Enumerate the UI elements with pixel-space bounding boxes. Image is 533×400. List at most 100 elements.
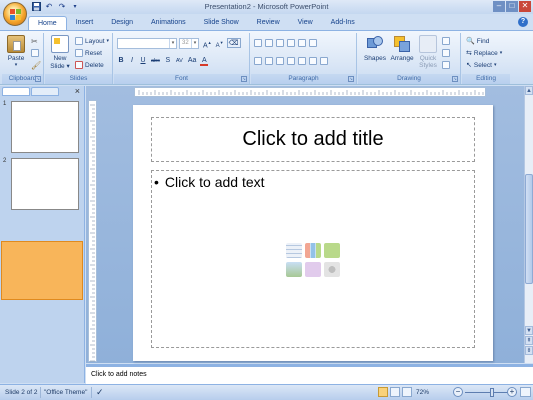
shape-effects-button[interactable] [442, 60, 450, 70]
slide-thumbnail-1[interactable] [11, 101, 79, 153]
columns-icon[interactable] [298, 57, 306, 65]
tab-animations[interactable]: Animations [142, 16, 195, 30]
slide-number: 2 [3, 158, 7, 164]
change-case-button[interactable]: Aa [187, 56, 198, 66]
content-placeholder[interactable]: • Click to add text [151, 170, 475, 348]
paragraph-launcher-icon[interactable]: ↘ [348, 76, 354, 82]
font-size-combo[interactable]: 32 ▾ [179, 38, 199, 49]
tab-slide-show[interactable]: Slide Show [195, 16, 248, 30]
next-slide-icon[interactable]: ⇟ [525, 346, 533, 355]
bullets-icon[interactable] [254, 39, 262, 47]
select-label: Select [473, 61, 492, 69]
format-painter-button[interactable]: 🖌 [31, 60, 41, 70]
strikethrough-button[interactable]: abc [150, 56, 161, 66]
text-shadow-button[interactable]: S [164, 56, 172, 66]
maximize-button[interactable]: □ [506, 1, 518, 12]
insert-picture-icon[interactable] [286, 262, 302, 277]
shapes-button[interactable]: Shapes [362, 35, 388, 62]
insert-clip-art-icon[interactable] [305, 262, 321, 277]
normal-view-icon[interactable] [378, 387, 388, 397]
fit-slide-to-window-icon[interactable] [520, 387, 531, 397]
align-center-icon[interactable] [265, 57, 273, 65]
find-button[interactable]: 🔍 Find [466, 36, 489, 46]
tab-design[interactable]: Design [102, 16, 142, 30]
justify-icon[interactable] [287, 57, 295, 65]
bold-button[interactable]: B [117, 56, 125, 66]
decrease-indent-icon[interactable] [276, 39, 284, 47]
close-button[interactable]: ✕ [519, 1, 531, 12]
replace-button[interactable]: ⇆ Replace ▾ [466, 48, 502, 58]
select-button[interactable]: ↖ Select ▾ [466, 60, 496, 70]
vertical-scrollbar[interactable]: ▲ ▼ ⇞ ⇟ [524, 86, 533, 363]
notes-pane[interactable]: Click to add notes [86, 364, 533, 384]
reset-button[interactable]: Reset [75, 48, 102, 58]
clipboard-group: Paste ▾ ✂ 🖌 Clipboard ↘ [2, 33, 44, 84]
drawing-launcher-icon[interactable]: ↘ [452, 76, 458, 82]
insert-table-icon[interactable] [286, 243, 302, 258]
paste-button[interactable]: Paste ▾ [4, 35, 28, 68]
previous-slide-icon[interactable]: ⇞ [525, 336, 533, 345]
delete-button[interactable]: Delete [75, 60, 104, 70]
zoom-out-icon[interactable]: − [453, 387, 463, 397]
effects-icon [442, 61, 450, 69]
align-left-icon[interactable] [254, 57, 262, 65]
spelling-check-icon[interactable]: ✓ [96, 387, 104, 398]
slide-number: 1 [3, 101, 7, 107]
italic-button[interactable]: I [128, 56, 136, 66]
tab-add-ins[interactable]: Add-Ins [322, 16, 364, 30]
scroll-up-icon[interactable]: ▲ [525, 86, 533, 95]
tab-slides[interactable] [2, 87, 30, 96]
insert-chart-icon[interactable] [305, 243, 321, 258]
clear-formatting-button[interactable]: ⌫ [226, 38, 241, 48]
title-placeholder[interactable]: Click to add title [151, 117, 475, 162]
replace-icon: ⇆ [466, 50, 472, 57]
slide-canvas: Click to add title • Click to add text [133, 105, 493, 361]
shape-outline-button[interactable] [442, 48, 450, 58]
chevron-down-icon: ▾ [169, 39, 176, 48]
increase-indent-icon[interactable] [287, 39, 295, 47]
tab-view[interactable]: View [289, 16, 322, 30]
shape-fill-button[interactable] [442, 36, 450, 46]
underline-button[interactable]: U [139, 56, 147, 66]
zoom-level[interactable]: 72% [416, 389, 429, 396]
scroll-thumb[interactable] [525, 174, 533, 284]
quick-styles-button[interactable]: Quick Styles [416, 35, 440, 69]
shrink-font-button[interactable]: A▼ [215, 38, 225, 49]
arrange-button[interactable]: Arrange [389, 35, 415, 62]
slide-thumbnail-2[interactable] [11, 158, 79, 210]
font-name-combo[interactable]: ▾ [117, 38, 177, 49]
numbering-icon[interactable] [265, 39, 273, 47]
paste-dropdown-icon[interactable]: ▾ [4, 62, 28, 68]
tab-home[interactable]: Home [28, 16, 67, 30]
tab-review[interactable]: Review [248, 16, 289, 30]
slide-sorter-view-icon[interactable] [390, 387, 400, 397]
scroll-down-icon[interactable]: ▼ [525, 326, 533, 335]
copy-button[interactable] [31, 48, 39, 58]
font-color-button[interactable]: A [200, 56, 209, 66]
font-group: ▾ 32 ▾ A▲ A▼ ⌫ B I U abc S AV Aa A Font … [114, 33, 250, 84]
minimize-button[interactable]: – [493, 1, 505, 12]
text-direction-icon[interactable] [309, 39, 317, 47]
close-panel-icon[interactable]: × [75, 86, 80, 96]
align-text-icon[interactable] [309, 57, 317, 65]
cut-button[interactable]: ✂ [31, 36, 38, 46]
insert-media-icon[interactable] [324, 262, 340, 277]
zoom-slider-handle[interactable] [490, 388, 494, 397]
clipboard-launcher-icon[interactable]: ↘ [35, 76, 41, 82]
zoom-in-icon[interactable]: + [507, 387, 517, 397]
tab-insert[interactable]: Insert [67, 16, 103, 30]
new-slide-button[interactable]: New Slide ▾ [48, 35, 72, 70]
grow-font-button[interactable]: A▲ [202, 38, 213, 49]
layout-button[interactable]: Layout ▾ [75, 36, 109, 46]
line-spacing-icon[interactable] [298, 39, 306, 47]
slide-show-view-icon[interactable] [402, 387, 412, 397]
insert-smartart-icon[interactable] [324, 243, 340, 258]
font-launcher-icon[interactable]: ↘ [241, 76, 247, 82]
character-spacing-button[interactable]: AV [175, 56, 184, 66]
office-button[interactable] [3, 2, 27, 26]
help-icon[interactable]: ? [518, 17, 528, 27]
align-right-icon[interactable] [276, 57, 284, 65]
tab-outline[interactable] [31, 87, 59, 96]
chevron-down-icon: ▾ [191, 39, 198, 48]
smartart-icon[interactable] [320, 57, 328, 65]
